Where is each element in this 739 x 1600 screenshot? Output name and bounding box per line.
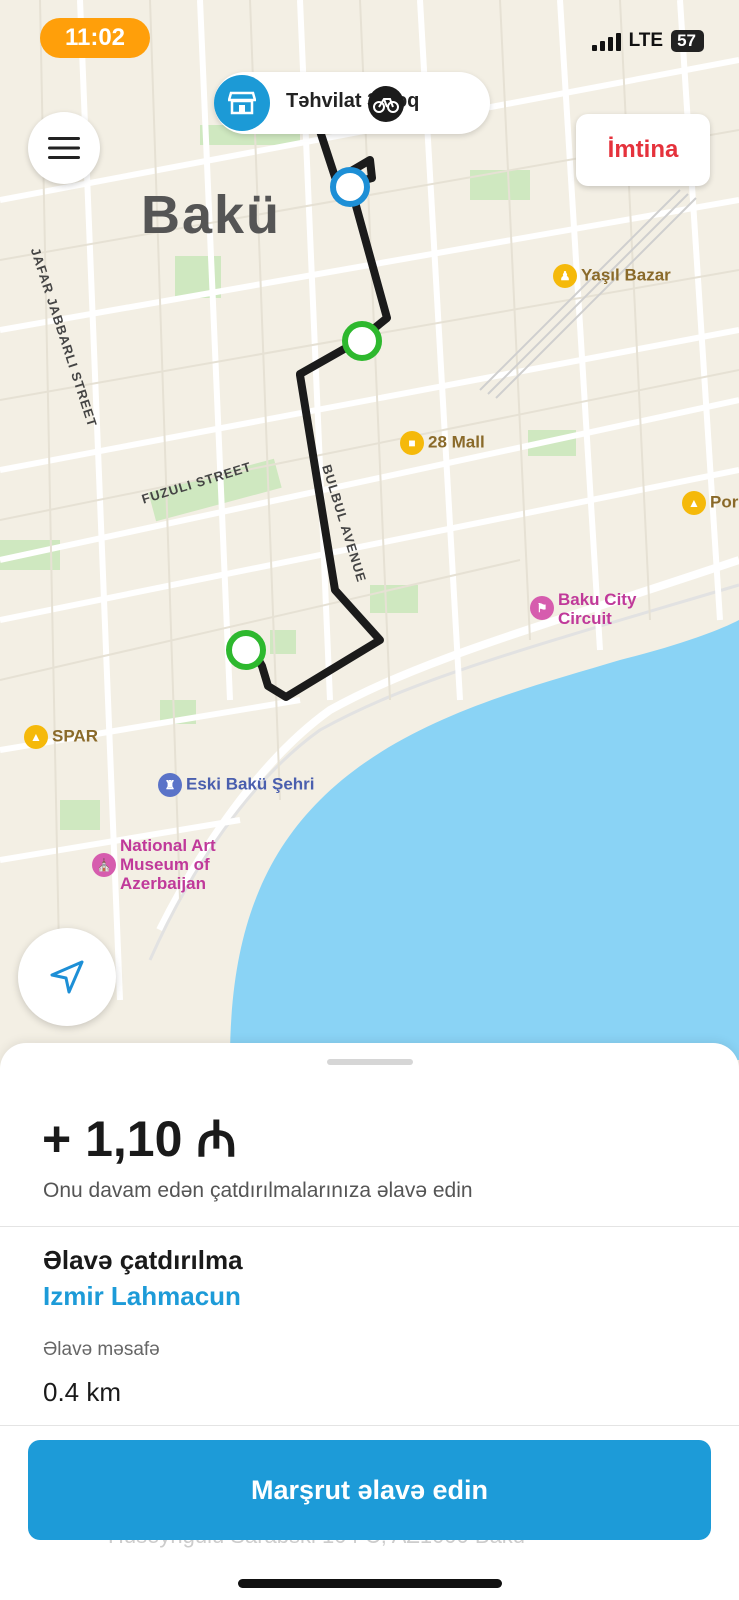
landmark-icon: ♜ bbox=[158, 773, 182, 797]
city-label: Bakü bbox=[141, 185, 282, 245]
store-icon bbox=[214, 75, 270, 131]
pickup-marker bbox=[342, 321, 382, 361]
offer-sheet: + 1,10 ₼ Onu davam edən çatdırılmalarını… bbox=[0, 1043, 739, 1600]
poi-label: Baku City Circuit bbox=[558, 590, 637, 628]
locate-button[interactable] bbox=[18, 928, 116, 1026]
shopping-cart-icon: ▲ bbox=[682, 491, 706, 515]
battery-icon: 57 bbox=[671, 30, 704, 52]
poi-label: National Art Museum of Azerbaijan bbox=[120, 836, 216, 893]
restaurant-name: Izmir Lahmacun bbox=[43, 1281, 241, 1311]
poi-yasil-bazar[interactable]: ♟ Yaşıl Bazar bbox=[553, 264, 671, 288]
distance-value: 0.4 km bbox=[43, 1377, 122, 1407]
poi-label: SPAR bbox=[52, 726, 98, 746]
poi-label: Yaşıl Bazar bbox=[581, 265, 671, 285]
mall-icon: ■ bbox=[400, 431, 424, 455]
extra-delivery-title: Əlavə çatdırılma bbox=[43, 1245, 243, 1275]
status-time: 11:02 bbox=[40, 18, 150, 58]
poi-por[interactable]: ▲ Por bbox=[682, 491, 738, 515]
cancel-button[interactable]: İmtina bbox=[576, 114, 710, 186]
navigation-arrow-icon bbox=[50, 960, 84, 994]
offer-subtitle: Onu davam edən çatdırılmalarınıza əlavə … bbox=[43, 1179, 473, 1202]
poi-eski-baku[interactable]: ♜ Eski Bakü Şehri bbox=[158, 773, 315, 797]
delivery-eta-pill: Təhvilat 3 dəq bbox=[214, 72, 490, 134]
hamburger-icon bbox=[48, 137, 80, 159]
earnings-amount: + 1,10 ₼ bbox=[42, 1111, 237, 1167]
home-indicator[interactable] bbox=[238, 1579, 502, 1588]
poi-28-mall[interactable]: ■ 28 Mall bbox=[400, 431, 485, 455]
status-indicators: LTE 57 bbox=[591, 30, 704, 52]
poi-spar[interactable]: ▲ SPAR bbox=[24, 725, 98, 749]
shopping-cart-icon: ▲ bbox=[24, 725, 48, 749]
poi-label: 28 Mall bbox=[428, 432, 485, 452]
distance-label: Əlavə məsafə bbox=[43, 1339, 160, 1360]
race-flag-icon: ⚑ bbox=[530, 596, 554, 620]
bicycle-icon bbox=[368, 86, 404, 122]
shopping-bag-icon: ♟ bbox=[553, 264, 577, 288]
poi-label: Por bbox=[710, 492, 739, 512]
poi-baku-city-circuit[interactable]: ⚑ Baku City Circuit bbox=[530, 590, 648, 628]
extra-pickup-marker bbox=[226, 630, 266, 670]
sheet-handle[interactable] bbox=[327, 1059, 413, 1065]
signal-icon bbox=[591, 31, 621, 51]
divider bbox=[0, 1226, 739, 1227]
map-view[interactable]: Bakü JAFAR JABBARLI STREET FUZULI STREET… bbox=[0, 0, 739, 1060]
divider bbox=[0, 1425, 739, 1426]
menu-button[interactable] bbox=[28, 112, 100, 184]
network-label: LTE bbox=[628, 30, 664, 51]
poi-national-art-museum[interactable]: ⛪ National Art Museum of Azerbaijan bbox=[92, 836, 240, 893]
museum-icon: ⛪ bbox=[92, 852, 116, 877]
poi-label: Eski Bakü Şehri bbox=[186, 774, 315, 794]
dropoff-marker bbox=[330, 167, 370, 207]
add-route-button[interactable]: Marşrut əlavə edin bbox=[28, 1440, 711, 1540]
